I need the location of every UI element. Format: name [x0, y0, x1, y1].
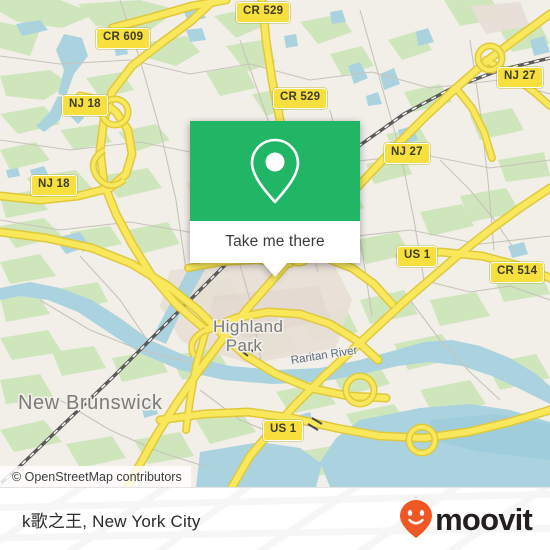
highway-shield-nj-18-north[interactable]: NJ 18: [62, 95, 108, 116]
moovit-smiley-pin-icon: [400, 500, 433, 538]
attribution-text: © OpenStreetMap contributors: [12, 469, 182, 484]
highway-shield-us-1-east[interactable]: US 1: [397, 246, 438, 267]
map-pin-icon: [250, 138, 300, 204]
highway-shield-cr-529-north[interactable]: CR 529: [236, 2, 291, 23]
footer-bar: k歌之王, New York City moovit: [0, 487, 550, 550]
highway-shield-nj-27-northeast[interactable]: NJ 27: [497, 67, 543, 88]
moovit-map-screenshot: New Brunswick Highland Park Raritan River…: [0, 0, 550, 550]
highway-shield-nj-18-west[interactable]: NJ 18: [31, 175, 77, 196]
map-attribution[interactable]: © OpenStreetMap contributors: [0, 466, 191, 487]
destination-popup-card[interactable]: Take me there: [190, 121, 360, 277]
moovit-brand-logo[interactable]: moovit: [399, 499, 533, 539]
popup-card-footer[interactable]: Take me there: [190, 221, 360, 263]
highway-shield-cr-529-mid[interactable]: CR 529: [273, 88, 328, 109]
take-me-there-button[interactable]: Take me there: [225, 233, 325, 251]
highway-shield-cr-609[interactable]: CR 609: [96, 28, 151, 49]
highway-shield-us-1-south[interactable]: US 1: [263, 420, 304, 441]
highway-shield-nj-27-mid[interactable]: NJ 27: [384, 143, 430, 164]
popup-card-pointer: [262, 262, 288, 277]
moovit-wordmark: moovit: [435, 501, 533, 537]
highway-shield-cr-514[interactable]: CR 514: [490, 262, 545, 283]
map-canvas[interactable]: New Brunswick Highland Park Raritan River…: [0, 0, 550, 487]
page-title: k歌之王, New York City: [22, 511, 201, 531]
popup-card-header: [190, 121, 360, 221]
